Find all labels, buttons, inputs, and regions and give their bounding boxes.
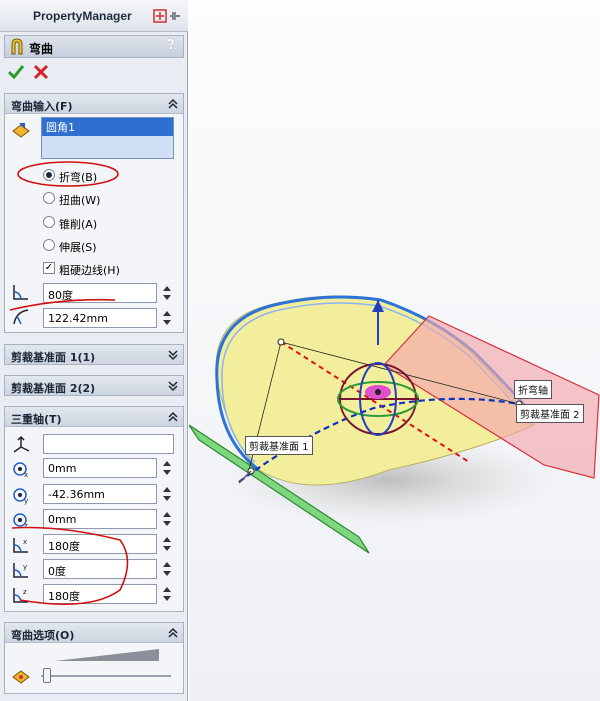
svg-text:z: z (24, 522, 28, 530)
radio-taper-label: 锥削(A) (59, 218, 98, 231)
position-z-field[interactable]: 0mm (43, 509, 157, 529)
position-y-field[interactable]: -42.36mm (43, 484, 157, 504)
radio-bend[interactable] (43, 169, 55, 181)
chevron-down-icon[interactable] (167, 380, 179, 392)
flex-options-group: 弯曲选项(O) (4, 622, 184, 694)
feature-flex-icon (11, 38, 23, 55)
property-manager-panel: PropertyManager 弯曲 ? 弯曲输入(F) 圆角1 折弯(B) 扭… (0, 0, 188, 701)
radius-icon (13, 309, 29, 325)
position-y-spinner[interactable] (160, 484, 174, 504)
graphics-viewport[interactable]: 折弯轴 剪裁基准面 2 剪裁基准面 1 (189, 0, 600, 701)
panel-title: PropertyManager (33, 9, 132, 23)
pin-icon[interactable] (152, 8, 182, 24)
model-view (189, 295, 600, 554)
ok-check-icon[interactable] (8, 64, 24, 80)
chevron-down-icon[interactable] (167, 349, 179, 361)
rotation-x-field[interactable]: 180度 (43, 534, 157, 554)
radio-bend-label: 折弯(B) (59, 171, 98, 184)
label-trim-plane-1[interactable]: 剪裁基准面 1 (245, 436, 313, 455)
feature-name: 弯曲 (29, 42, 54, 56)
rotation-z-field[interactable]: 180度 (43, 584, 157, 604)
trim-plane-1-header[interactable]: 剪裁基准面 1(1) (4, 344, 184, 365)
rotation-y-icon: y (13, 563, 28, 578)
angle-icon (13, 285, 28, 300)
label-bend-axis[interactable]: 折弯轴 (514, 380, 552, 399)
group-title: 弯曲选项(O) (11, 629, 75, 642)
group-title: 剪裁基准面 2(2) (11, 382, 96, 395)
accuracy-icon (12, 670, 30, 684)
radio-twist[interactable] (43, 192, 55, 204)
selection-list[interactable]: 圆角1 (41, 117, 174, 159)
svg-text:y: y (23, 563, 27, 571)
label-trim-plane-2[interactable]: 剪裁基准面 2 (516, 404, 584, 423)
rotation-z-spinner[interactable] (160, 584, 174, 604)
radio-stretch-label: 伸展(S) (59, 241, 97, 254)
handle-point (277, 338, 285, 346)
rotation-z-icon: z (13, 588, 28, 603)
rotation-x-spinner[interactable] (160, 534, 174, 554)
chevron-up-icon[interactable] (167, 411, 179, 423)
radio-taper[interactable] (43, 216, 55, 228)
radius-spinner[interactable] (160, 308, 174, 328)
flex-input-group: 弯曲输入(F) 圆角1 折弯(B) 扭曲(W) 锥削(A) 伸展(S) ✓ 粗硬… (4, 93, 184, 333)
radio-twist-label: 扭曲(W) (59, 194, 101, 207)
group-title: 剪裁基准面 1(1) (11, 351, 96, 364)
coord-y-icon: y (13, 488, 28, 505)
svg-text:y: y (24, 497, 28, 505)
svg-text:x: x (24, 471, 28, 479)
triad-selection-field[interactable] (43, 434, 174, 454)
coord-z-icon: z (13, 513, 28, 530)
hard-edges-checkbox[interactable]: ✓ (43, 262, 55, 274)
position-x-spinner[interactable] (160, 458, 174, 478)
group-title: 弯曲输入(F) (11, 100, 73, 113)
chevron-up-icon[interactable] (167, 627, 179, 639)
feature-header: 弯曲 ? (4, 35, 184, 58)
chevron-up-icon[interactable] (167, 98, 179, 110)
selected-item[interactable]: 圆角1 (42, 118, 173, 136)
help-icon[interactable]: ? (164, 38, 178, 54)
triad-header[interactable]: 三重轴(T) (5, 407, 183, 427)
triad-icon (13, 435, 30, 453)
accuracy-slider-track[interactable] (41, 675, 171, 677)
hard-edges-label: 粗硬边线(H) (59, 264, 120, 277)
position-x-field[interactable]: 0mm (43, 458, 157, 478)
angle-field[interactable]: 80度 (43, 283, 157, 303)
accuracy-slider-thumb[interactable] (43, 668, 51, 683)
rotation-y-field[interactable]: 0度 (43, 559, 157, 579)
selection-icon (12, 123, 30, 138)
angle-spinner[interactable] (160, 283, 174, 303)
triad-group: 三重轴(T) x 0mm y -42.36mm z 0mm x 180度 y 0… (4, 406, 184, 612)
position-z-spinner[interactable] (160, 509, 174, 529)
coord-x-icon: x (13, 462, 28, 479)
cancel-x-icon[interactable] (33, 64, 49, 80)
rotation-x-icon: x (13, 538, 28, 553)
flex-input-header[interactable]: 弯曲输入(F) (5, 94, 183, 114)
group-title: 三重轴(T) (11, 413, 62, 426)
radius-field[interactable]: 122.42mm (43, 308, 157, 328)
svg-text:x: x (23, 538, 27, 546)
flex-options-header[interactable]: 弯曲选项(O) (5, 623, 183, 643)
trim-plane-2-header[interactable]: 剪裁基准面 2(2) (4, 375, 184, 396)
rotation-y-spinner[interactable] (160, 559, 174, 579)
svg-text:z: z (23, 588, 27, 596)
radio-stretch[interactable] (43, 239, 55, 251)
property-manager-header: PropertyManager (0, 0, 188, 32)
accuracy-ramp (55, 649, 159, 661)
